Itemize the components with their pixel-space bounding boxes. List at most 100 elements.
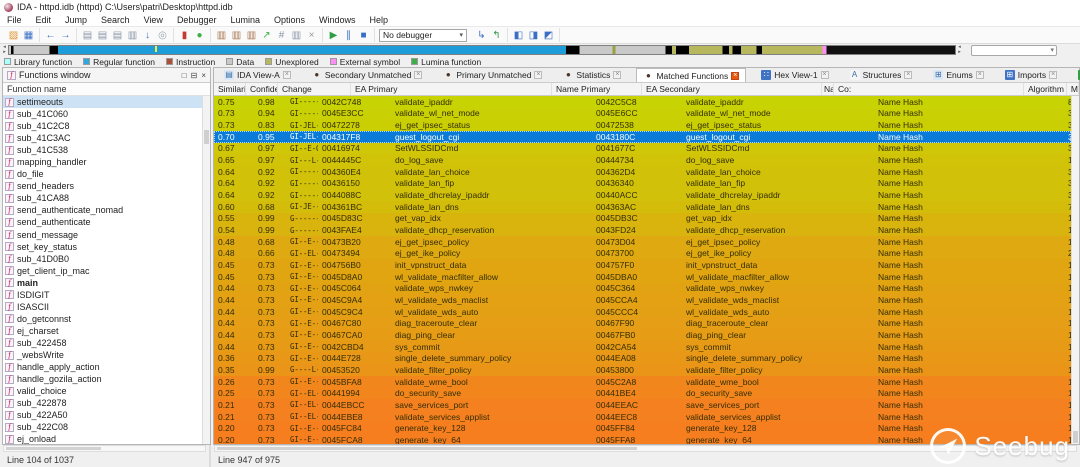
col-confidence[interactable]: Confide — [246, 83, 278, 95]
tab-statistics[interactable]: ● Statistics × — [557, 68, 627, 82]
matched-row[interactable]: 0.44 0.73 GI--E-- 00467C80 diag_tracerou… — [214, 317, 1071, 330]
panel-close-button[interactable]: × — [201, 71, 206, 80]
function-list-item[interactable]: sub_422458 — [3, 337, 202, 349]
function-list-item[interactable]: sub_422A50 — [3, 409, 202, 421]
col-algorithm[interactable]: Algorithm — [1024, 83, 1067, 95]
matched-row[interactable]: 0.35 0.99 G----L- 00453520 validate_filt… — [214, 364, 1071, 376]
matched-row[interactable]: 0.44 0.73 GI--E-- 0045C9C4 wl_validate_w… — [214, 305, 1071, 318]
tab-close-icon[interactable]: × — [904, 71, 913, 79]
col-ea-secondary[interactable]: EA Secondary — [642, 83, 822, 95]
matched-row[interactable]: 0.45 0.73 GI--E-- 004756B0 init_vpnstruc… — [214, 259, 1071, 271]
function-list-item[interactable]: valid_choice — [3, 385, 202, 397]
matched-row[interactable]: 0.48 0.68 GI--E-- 00473B20 ej_get_ipsec_… — [214, 235, 1071, 248]
function-list-item[interactable]: do_getconnst — [3, 313, 202, 325]
function-list-item[interactable]: ISDIGIT — [3, 289, 202, 301]
tab-hex-view-1[interactable]: ∷ Hex View-1 × — [755, 68, 834, 82]
menu-item[interactable]: View — [137, 15, 170, 25]
paste-icon[interactable]: ▤ — [110, 28, 125, 42]
matched-row[interactable]: 0.60 0.68 GI-JE-- 004361BC validate_lan_… — [214, 200, 1071, 213]
menu-item[interactable]: Edit — [29, 15, 59, 25]
tab-close-icon[interactable]: × — [820, 71, 829, 79]
desktop-window-icon[interactable]: ◧ — [511, 28, 526, 42]
menu-item[interactable]: Help — [363, 15, 396, 25]
snapshot-icon[interactable]: ▥ — [289, 28, 304, 42]
function-list-item[interactable]: sub_41C3AC — [3, 132, 202, 144]
save-desktop-icon[interactable]: ◩ — [541, 28, 556, 42]
back-icon[interactable]: ← — [43, 28, 58, 42]
functions-hscrollbar[interactable] — [3, 445, 206, 452]
tab-structures[interactable]: A Structures × — [844, 68, 919, 82]
matched-row[interactable]: 0.21 0.73 GI--EL- 0044EBE8 validate_serv… — [214, 410, 1071, 423]
tab-close-icon[interactable]: × — [282, 71, 291, 79]
pause-icon[interactable]: ∥ — [341, 28, 356, 42]
matched-row[interactable]: 0.64 0.92 GI----- 00436150 validate_lan_… — [214, 177, 1071, 190]
open-file-icon[interactable]: ▨ — [6, 28, 21, 42]
copy-all-icon[interactable]: ▤ — [95, 28, 110, 42]
matched-row[interactable]: 0.73 0.83 GI-JEL- 00472278 ej_get_ipsec_… — [214, 119, 1071, 131]
function-list-item[interactable]: ej_charset — [3, 325, 202, 337]
scrollbar-thumb[interactable] — [6, 447, 101, 450]
function-list-item[interactable]: handle_gozila_action — [3, 373, 202, 385]
function-list-item[interactable]: ISASCII — [3, 301, 202, 313]
chart-icon[interactable]: ▥ — [214, 28, 229, 42]
function-list-item[interactable]: send_message — [3, 229, 202, 241]
menu-item[interactable]: Options — [267, 15, 312, 25]
menu-item[interactable]: Lumina — [223, 15, 267, 25]
scrollbar-thumb[interactable] — [1073, 431, 1078, 443]
navigation-band[interactable] — [8, 45, 956, 55]
tab-matched-functions[interactable]: ● Matched Functions × — [636, 68, 747, 82]
panel-restore-button[interactable]: □ — [182, 71, 187, 80]
scrollbar-thumb[interactable] — [204, 130, 209, 144]
matched-row[interactable]: 0.25 0.73 GI--EL- 00441994 do_security_s… — [214, 387, 1071, 400]
run-script-icon[interactable]: ↗ — [259, 28, 274, 42]
tab-ida-view-a[interactable]: ▤ IDA View-A × — [218, 68, 297, 82]
function-list-item[interactable]: send_authenticate_nomad — [3, 204, 202, 216]
chart-new-icon[interactable]: ▥ — [229, 28, 244, 42]
function-list-item[interactable]: main — [3, 277, 202, 289]
tab-imports[interactable]: ⊞ Imports × — [999, 68, 1063, 82]
function-list-item[interactable]: sub_41D0B0 — [3, 253, 202, 265]
jump-down-icon[interactable]: ↓ — [140, 28, 155, 42]
col-matched[interactable]: M — [1067, 83, 1079, 95]
chart-edit-icon[interactable]: ▥ — [244, 28, 259, 42]
col-name-primary[interactable]: Name Primary — [552, 83, 642, 95]
function-list-item[interactable]: sub_422C08 — [3, 421, 202, 433]
load-desktop-icon[interactable]: ◨ — [526, 28, 541, 42]
menu-item[interactable]: Debugger — [170, 15, 224, 25]
tab-close-icon[interactable]: × — [613, 71, 622, 79]
print-icon[interactable]: ▥ — [125, 28, 140, 42]
matched-row[interactable]: 0.36 0.73 GI--E-- 0044E728 single_delete… — [214, 352, 1071, 365]
function-list-scrollbar[interactable] — [202, 96, 210, 444]
tab-primary-unmatched[interactable]: ● Primary Unmatched × — [437, 68, 548, 82]
col-name-secondary[interactable]: Name Secondary — [822, 83, 834, 95]
col-similarity[interactable]: Similarity — [214, 83, 246, 95]
function-list-item[interactable]: send_authenticate — [3, 216, 202, 228]
matched-row[interactable]: 0.44 0.73 GI--E-- 0045C064 validate_wps_… — [214, 282, 1071, 295]
function-list-item[interactable]: ej_onload — [3, 433, 202, 444]
navband-scroll-left[interactable]: ◂ ▸ — [1, 45, 8, 55]
col-comments[interactable]: Co: — [834, 83, 1024, 95]
debugger-select[interactable]: No debugger ▾ — [379, 28, 467, 42]
menu-item[interactable]: Windows — [312, 15, 363, 25]
lumina-icon[interactable]: ● — [192, 28, 207, 42]
search-icon[interactable]: ◎ — [155, 28, 170, 42]
function-list-item[interactable]: mapping_handler — [3, 156, 202, 168]
function-list-item[interactable]: sub_41C538 — [3, 144, 202, 156]
matched-row[interactable]: 0.64 0.92 GI----- 0044088C validate_dhcr… — [214, 189, 1071, 201]
tab-close-icon[interactable]: × — [414, 71, 423, 79]
matched-row[interactable]: 0.67 0.97 GI--E-C 00416974 SetWLSSIDCmd … — [214, 142, 1071, 155]
play-icon[interactable]: ▶ — [326, 28, 341, 42]
stop-icon[interactable]: ■ — [356, 28, 371, 42]
patch-icon[interactable]: # — [274, 28, 289, 42]
tab-close-icon[interactable]: × — [534, 71, 543, 79]
matched-row[interactable]: 0.75 0.98 GI----- 0042C748 validate_ipad… — [214, 96, 1071, 108]
matched-row[interactable]: 0.44 0.73 GI--E-- 0045C9A4 wl_validate_w… — [214, 294, 1071, 306]
function-list-item[interactable]: sub_41C2C8 — [3, 120, 202, 132]
function-list-item[interactable]: sub_41CA88 — [3, 192, 202, 204]
scrollbar-thumb[interactable] — [217, 447, 637, 450]
copy-icon[interactable]: ▤ — [80, 28, 95, 42]
navband-toggle-icon[interactable]: ▮ — [177, 28, 192, 42]
function-list-item[interactable]: set_key_status — [3, 241, 202, 253]
matched-row[interactable]: 0.44 0.73 GI--E-- 0042CBD4 sys_commit 00… — [214, 340, 1071, 353]
matched-row[interactable]: 0.64 0.92 GI----- 004360E4 validate_lan_… — [214, 165, 1071, 178]
